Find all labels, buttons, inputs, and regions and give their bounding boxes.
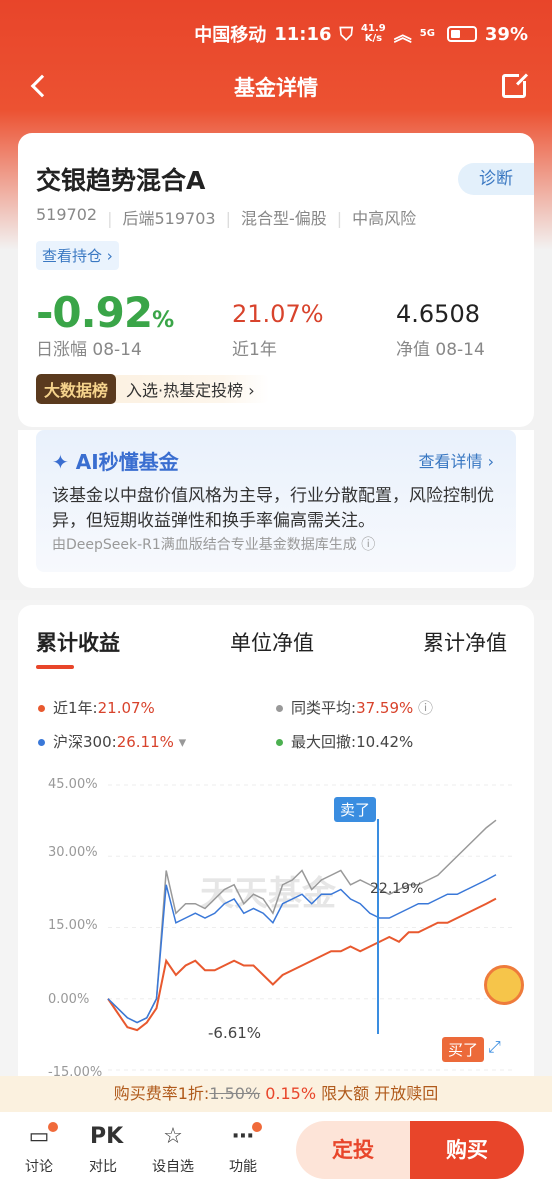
- nav-value: 4.6508: [396, 300, 480, 328]
- day-change: -0.92%: [36, 288, 174, 337]
- ai-card: ✦ AI秒懂基金 查看详情 › 该基金以中盘价值风格为主导，行业分散配置，风险控…: [18, 430, 534, 588]
- sell-marker: 卖了: [334, 797, 377, 822]
- fund-code: 519702: [36, 205, 98, 224]
- low-label: -6.61%: [208, 1024, 262, 1042]
- ai-summary: ✦ AI秒懂基金 查看详情 › 该基金以中盘价值风格为主导，行业分散配置，风险控…: [36, 430, 516, 572]
- fund-name: 交银趋势混合A: [36, 166, 206, 195]
- navigation-bar: 基金详情: [0, 64, 552, 110]
- action-buttons: 定投 购买: [296, 1121, 524, 1179]
- legend-hs300[interactable]: 沪深300:26.11% ▾: [38, 731, 186, 752]
- mascot-icon[interactable]: [484, 965, 524, 1005]
- functions-button[interactable]: ⋯ 功能: [218, 1122, 268, 1176]
- info-icon[interactable]: ⓘ: [418, 699, 433, 717]
- back-code: 后端519703: [107, 205, 215, 229]
- tab-unit-nav[interactable]: 单位净值: [230, 627, 314, 657]
- battery-icon: [446, 26, 477, 42]
- ai-title: ✦ AI秒懂基金: [52, 450, 179, 474]
- compare-button[interactable]: PK 对比: [78, 1124, 128, 1176]
- sell-line: [377, 819, 379, 1034]
- page-title: 基金详情: [234, 76, 318, 100]
- bottom-toolbar: ▭ 讨论 PK 对比 ☆ 设自选 ⋯ 功能 定投 购买: [0, 1112, 552, 1188]
- tab-cumulative-return[interactable]: 累计收益: [36, 627, 120, 669]
- rank-banner[interactable]: 大数据榜 入选·热基定投榜 ›: [36, 374, 269, 404]
- net-speed: 41.9 K/s: [361, 23, 386, 44]
- shield-icon: ⛉: [339, 23, 354, 45]
- view-holdings-link[interactable]: 查看持仓 ›: [36, 241, 119, 270]
- star-icon: ☆: [163, 1124, 183, 1149]
- auto-invest-button[interactable]: 定投: [296, 1121, 410, 1179]
- wifi-icon: ︽: [393, 25, 412, 46]
- fee-promo-banner[interactable]: 购买费率1折:1.50% 0.15% 限大额 开放赎回: [0, 1076, 552, 1112]
- series-line-近1年: [107, 897, 497, 1032]
- ai-text: 该基金以中盘价值风格为主导，行业分散配置，风险控制优异，但短期收益弹性和换手率偏…: [52, 486, 494, 531]
- network-type: 5G: [419, 28, 435, 39]
- ai-more-link[interactable]: 查看详情 ›: [419, 448, 495, 472]
- status-bar: 中国移动 11:16 ⛉ 41.9 K/s ︽ 5G 39%: [0, 14, 528, 54]
- expand-icon[interactable]: ⤢: [488, 1037, 501, 1057]
- fund-tags: 519702 后端519703 混合型-偏股 中高风险: [36, 205, 416, 229]
- diagnose-button[interactable]: 诊断: [458, 163, 534, 195]
- chart-card: 累计收益 单位净值 累计净值 近1年:21.07% 同类平均:37.59% ⓘ …: [18, 605, 534, 1085]
- rank-text: 入选·热基定投榜 ›: [126, 381, 255, 400]
- rank-badge: 大数据榜: [36, 374, 117, 404]
- clock: 11:16: [274, 23, 332, 45]
- sparkle-icon: ✦: [52, 450, 76, 474]
- tab-cumulative-nav[interactable]: 累计净值: [423, 627, 507, 657]
- return-chart[interactable]: 天天基金: [18, 775, 534, 1075]
- high-label: 22.19%: [370, 881, 424, 897]
- year-return: 21.07%: [232, 300, 324, 328]
- battery-level: 39%: [484, 23, 528, 45]
- ai-source: 由DeepSeek-R1满血版结合专业基金数据库生成 ⓘ: [52, 537, 376, 553]
- buy-button[interactable]: 购买: [410, 1121, 524, 1179]
- legend-year: 近1年:21.07%: [38, 697, 155, 718]
- dropdown-icon: ▾: [178, 733, 187, 751]
- fund-summary-card: 交银趋势混合A 诊断 519702 后端519703 混合型-偏股 中高风险 查…: [18, 133, 534, 427]
- buy-marker: 买了: [442, 1037, 485, 1062]
- fund-type: 混合型-偏股: [226, 205, 327, 229]
- carrier-label: 中国移动: [194, 25, 267, 46]
- legend-max-drawdown: 最大回撤:10.42%: [276, 731, 413, 752]
- risk-level: 中高风险: [337, 205, 416, 229]
- add-watchlist-button[interactable]: ☆ 设自选: [148, 1124, 198, 1176]
- discuss-button[interactable]: ▭ 讨论: [14, 1122, 64, 1176]
- pk-icon: PK: [90, 1124, 124, 1149]
- year-return-label: 近1年: [232, 340, 277, 360]
- series-line-同类平均: [107, 819, 497, 1024]
- share-icon[interactable]: [502, 71, 529, 98]
- nav-label: 净值 08-14: [396, 340, 485, 360]
- day-change-label: 日涨幅 08-14: [36, 340, 142, 360]
- legend-peer-average: 同类平均:37.59% ⓘ: [276, 697, 433, 718]
